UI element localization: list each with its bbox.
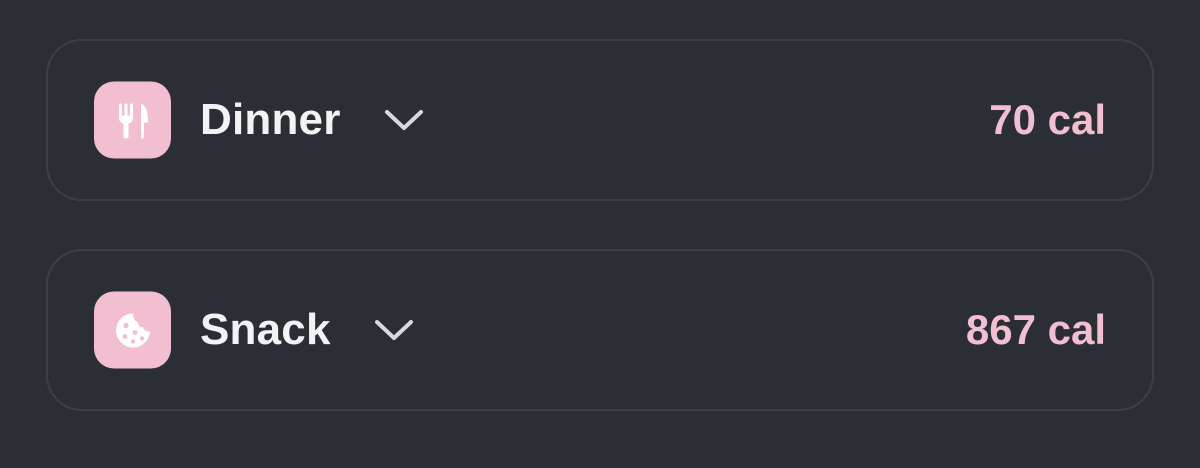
- meal-card-dinner[interactable]: Dinner 70 cal: [46, 39, 1154, 201]
- meal-name: Snack: [200, 305, 331, 354]
- cookie-icon: [94, 291, 171, 369]
- meal-calories: 70 cal: [989, 96, 1106, 143]
- fork-knife-icon: [94, 81, 171, 159]
- meal-name: Dinner: [200, 95, 341, 144]
- meal-calories: 867 cal: [965, 306, 1106, 353]
- meal-card-snack[interactable]: Snack 867 cal: [46, 249, 1154, 411]
- chevron-down-icon[interactable]: [384, 100, 424, 140]
- meal-list: Dinner 70 cal Snack 867 cal: [0, 0, 1200, 468]
- chevron-down-icon[interactable]: [374, 310, 414, 350]
